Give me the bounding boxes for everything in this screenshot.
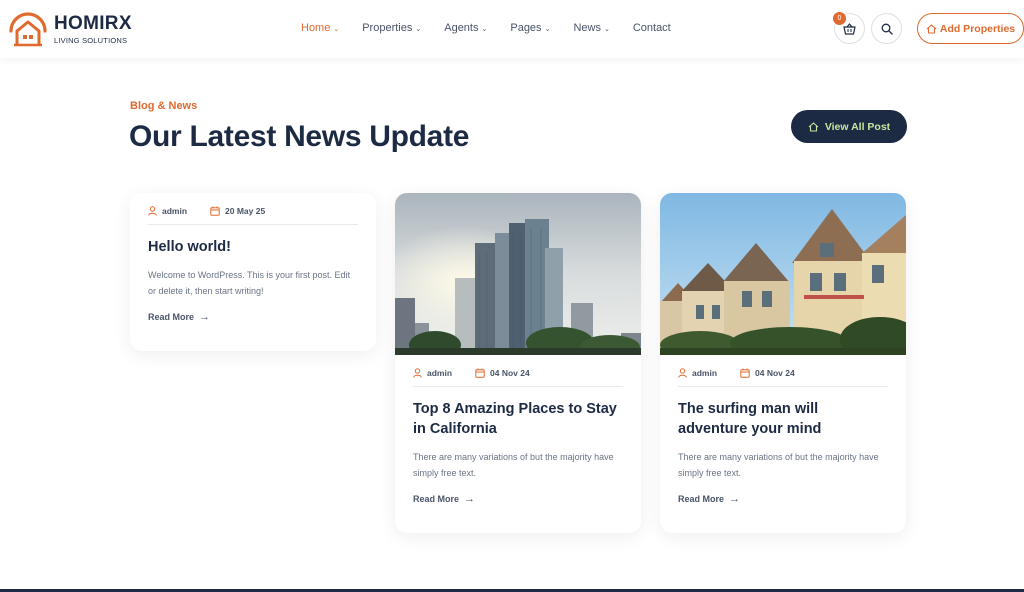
post-excerpt: Welcome to WordPress. This is your first… — [148, 270, 351, 296]
read-more-label: Read More — [148, 312, 195, 322]
post-excerpt: There are many variations of but the maj… — [678, 452, 879, 478]
post-card: admin 04 Nov 24 The surfing man will adv… — [660, 193, 906, 533]
home-icon — [926, 23, 937, 34]
main-nav: Home ⌄ Properties ⌄ Agents ⌄ Pages ⌄ News ⌄ C… — [301, 22, 694, 34]
nav-item-pages[interactable]: Pages ⌄ — [510, 22, 550, 34]
nav-item-agents[interactable]: Agents ⌄ — [444, 22, 487, 34]
read-more-label: Read More — [413, 494, 460, 504]
post-author[interactable]: admin — [678, 368, 717, 378]
arrow-right-icon: → — [464, 493, 476, 505]
chevron-down-icon: ⌄ — [603, 26, 610, 33]
author-name: admin — [692, 367, 718, 378]
user-icon — [413, 367, 422, 378]
section-eyebrow: Blog & News — [130, 100, 198, 112]
post-title[interactable]: The surfing man will adventure your mind — [678, 399, 888, 439]
home-icon — [808, 121, 819, 132]
read-more-link[interactable]: Read More → — [148, 311, 358, 323]
read-more-link[interactable]: Read More → — [678, 493, 888, 505]
nav-item-properties[interactable]: Properties ⌄ — [362, 22, 421, 34]
nav-item-news[interactable]: News ⌄ — [573, 22, 609, 34]
author-name: admin — [427, 367, 453, 378]
post-card: admin 04 Nov 24 Top 8 Amazing Places to … — [395, 193, 641, 533]
logo[interactable]: HOMIRX LIVING SOLUTIONS — [8, 11, 132, 47]
arrow-right-icon: → — [729, 493, 741, 505]
nav-item-label: Pages — [510, 22, 542, 34]
calendar-icon — [210, 206, 220, 216]
calendar-icon — [475, 368, 485, 378]
date-text: 04 Nov 24 — [490, 367, 530, 378]
user-icon — [678, 367, 687, 378]
post-meta: admin 04 Nov 24 — [678, 367, 888, 387]
victorian-houses-image — [660, 193, 906, 355]
nav-item-label: News — [573, 22, 601, 34]
post-date[interactable]: 20 May 25 — [210, 206, 265, 216]
cart-button[interactable]: 0 — [833, 12, 865, 44]
post-date[interactable]: 04 Nov 24 — [475, 368, 530, 378]
post-meta: admin 20 May 25 — [148, 205, 358, 225]
read-more-label: Read More — [678, 494, 725, 504]
post-author[interactable]: admin — [413, 368, 452, 378]
city-skyscrapers-image — [395, 193, 641, 355]
post-excerpt: There are many variations of but the maj… — [413, 452, 614, 478]
search-icon — [881, 23, 893, 35]
nav-item-label: Agents — [444, 22, 479, 34]
arrow-right-icon: → — [199, 311, 211, 323]
post-date[interactable]: 04 Nov 24 — [740, 368, 795, 378]
cart-count-badge: 0 — [833, 12, 846, 25]
brand-tagline: LIVING SOLUTIONS — [54, 35, 128, 45]
post-image-houses[interactable] — [660, 193, 906, 355]
chevron-down-icon: ⌄ — [333, 26, 340, 33]
post-author[interactable]: admin — [148, 206, 187, 216]
brand-name: HOMIRX — [54, 12, 132, 34]
house-logo-icon — [9, 12, 47, 47]
nav-item-label: Contact — [632, 22, 671, 34]
add-properties-label: Add Properties — [939, 22, 1016, 35]
section-title: Our Latest News Update — [129, 120, 470, 153]
site-header: HOMIRX LIVING SOLUTIONS Home ⌄ Properties… — [0, 0, 1024, 58]
search-button[interactable] — [871, 13, 902, 44]
basket-icon — [843, 22, 856, 35]
post-title[interactable]: Hello world! — [148, 237, 358, 257]
nav-item-label: Properties — [362, 22, 413, 34]
chevron-down-icon: ⌄ — [415, 26, 422, 33]
nav-item-home[interactable]: Home ⌄ — [301, 22, 339, 34]
date-text: 20 May 25 — [225, 205, 266, 216]
view-all-label: View All Post — [824, 120, 891, 133]
user-icon — [148, 205, 157, 216]
calendar-icon — [740, 368, 750, 378]
read-more-link[interactable]: Read More → — [413, 493, 623, 505]
post-meta: admin 04 Nov 24 — [413, 367, 623, 387]
date-text: 04 Nov 24 — [755, 367, 795, 378]
view-all-post-button[interactable]: View All Post — [791, 110, 907, 143]
nav-item-label: Home — [301, 22, 331, 34]
author-name: admin — [162, 205, 188, 216]
nav-item-contact[interactable]: Contact — [633, 22, 671, 34]
post-card: admin 20 May 25 Hello world! Welcome to … — [130, 193, 376, 351]
chevron-down-icon: ⌄ — [544, 26, 551, 33]
post-title[interactable]: Top 8 Amazing Places to Stay in Californ… — [413, 399, 623, 439]
add-properties-button[interactable]: Add Properties — [917, 13, 1024, 44]
chevron-down-icon: ⌄ — [481, 26, 488, 33]
post-image-city[interactable] — [395, 193, 641, 355]
